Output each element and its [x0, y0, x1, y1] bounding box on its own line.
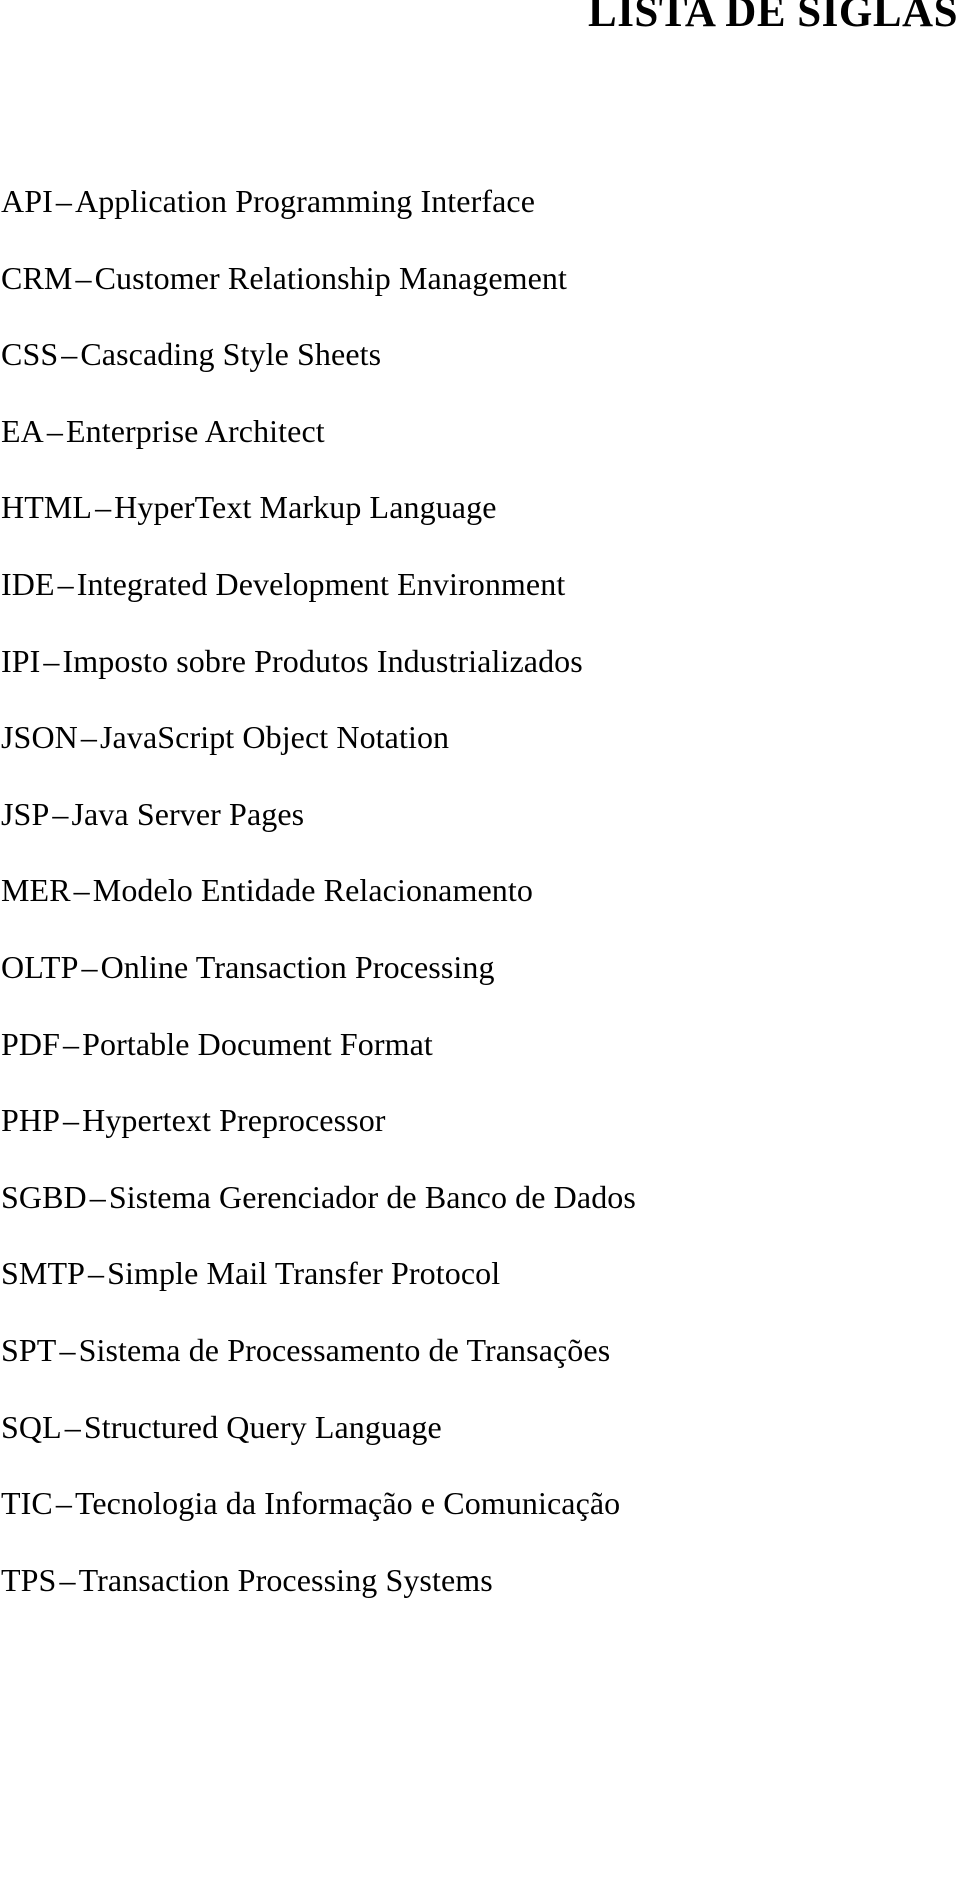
acronym-abbreviation: CSS — [1, 336, 59, 373]
acronym-entry: TPS–Transaction Processing Systems — [0, 1564, 960, 1641]
acronym-dash-separator: – — [88, 1255, 105, 1292]
acronym-entry: IPI–Imposto sobre Produtos Industrializa… — [0, 645, 960, 722]
acronym-dash-separator: – — [63, 1025, 80, 1062]
acronym-abbreviation: SMTP — [1, 1255, 85, 1292]
acronym-abbreviation: HTML — [1, 489, 93, 526]
acronym-definition: Portable Document Format — [82, 1025, 433, 1062]
acronym-entry: HTML–HyperText Markup Language — [0, 491, 960, 568]
acronym-abbreviation: JSP — [1, 795, 50, 832]
acronym-dash-separator: – — [55, 1485, 72, 1522]
acronym-entry: OLTP–Online Transaction Processing — [0, 951, 960, 1028]
acronym-entry: CRM–Customer Relationship Management — [0, 262, 960, 339]
acronym-entry: SGBD–Sistema Gerenciador de Banco de Dad… — [0, 1181, 960, 1258]
acronym-dash-separator: – — [55, 183, 72, 219]
acronym-definition: Java Server Pages — [71, 795, 305, 832]
acronym-abbreviation: MER — [1, 872, 71, 909]
acronym-abbreviation: CRM — [1, 259, 73, 296]
acronym-dash-separator: – — [59, 1561, 76, 1598]
acronym-definition: Sistema Gerenciador de Banco de Dados — [108, 1178, 636, 1215]
acronym-definition: Hypertext Preprocessor — [82, 1102, 386, 1139]
acronym-definition: Transaction Processing Systems — [78, 1561, 493, 1598]
acronym-entry: IDE–Integrated Development Environment — [0, 568, 960, 645]
acronym-entry: SMTP–Simple Mail Transfer Protocol — [0, 1257, 960, 1334]
acronym-abbreviation: JSON — [1, 719, 78, 756]
acronym-definition: Enterprise Architect — [65, 412, 325, 449]
acronym-definition: JavaScript Object Notation — [99, 719, 450, 756]
acronym-abbreviation: IPI — [1, 642, 41, 679]
acronym-dash-separator: – — [52, 795, 69, 832]
acronym-dash-separator: – — [95, 489, 112, 526]
acronym-definition: Modelo Entidade Relacionamento — [92, 872, 533, 909]
acronym-abbreviation: SQL — [1, 1408, 62, 1445]
acronym-abbreviation: PDF — [1, 1025, 61, 1062]
acronym-dash-separator: – — [81, 948, 98, 985]
acronym-abbreviation: SGBD — [1, 1178, 87, 1215]
acronym-definition: Customer Relationship Management — [94, 259, 568, 296]
acronym-abbreviation: API — [1, 183, 53, 219]
acronym-dash-separator: – — [57, 565, 74, 602]
acronym-dash-separator: – — [63, 1102, 80, 1139]
acronym-definition: Sistema de Processamento de Transações — [78, 1331, 611, 1368]
acronym-abbreviation: EA — [1, 412, 44, 449]
acronym-list: API–Application Programming Interface CRM… — [0, 185, 960, 1640]
acronym-definition: HyperText Markup Language — [114, 489, 497, 526]
acronym-entry: PDF–Portable Document Format — [0, 1028, 960, 1105]
acronym-dash-separator: – — [80, 719, 97, 756]
document-page: LISTA DE SIGLAS API–Application Programm… — [0, 0, 960, 1888]
acronym-dash-separator: – — [64, 1408, 81, 1445]
acronym-dash-separator: – — [46, 412, 63, 449]
acronym-entry: API–Application Programming Interface — [0, 185, 960, 262]
page-title: LISTA DE SIGLAS — [588, 0, 958, 36]
acronym-definition: Integrated Development Environment — [76, 565, 566, 602]
acronym-definition: Cascading Style Sheets — [80, 336, 382, 373]
acronym-definition: Imposto sobre Produtos Industrializados — [62, 642, 583, 679]
acronym-entry: JSON–JavaScript Object Notation — [0, 721, 960, 798]
acronym-definition: Simple Mail Transfer Protocol — [107, 1255, 501, 1292]
acronym-entry: JSP–Java Server Pages — [0, 798, 960, 875]
acronym-entry: SQL–Structured Query Language — [0, 1411, 960, 1488]
acronym-abbreviation: OLTP — [1, 948, 79, 985]
acronym-entry: MER–Modelo Entidade Relacionamento — [0, 874, 960, 951]
acronym-abbreviation: SPT — [1, 1331, 57, 1368]
acronym-entry: CSS–Cascading Style Sheets — [0, 338, 960, 415]
acronym-dash-separator: – — [75, 259, 92, 296]
acronym-abbreviation: IDE — [1, 565, 55, 602]
acronym-definition: Online Transaction Processing — [100, 948, 495, 985]
acronym-dash-separator: – — [43, 642, 60, 679]
acronym-entry: TIC–Tecnologia da Informação e Comunicaç… — [0, 1487, 960, 1564]
acronym-dash-separator: – — [59, 1331, 76, 1368]
acronym-dash-separator: – — [61, 336, 78, 373]
acronym-abbreviation: TPS — [1, 1561, 57, 1598]
acronym-entry: PHP–Hypertext Preprocessor — [0, 1104, 960, 1181]
acronym-definition: Application Programming Interface — [74, 183, 536, 219]
acronym-dash-separator: – — [73, 872, 90, 909]
acronym-definition: Tecnologia da Informação e Comunicação — [74, 1485, 621, 1522]
acronym-entry: SPT–Sistema de Processamento de Transaçõ… — [0, 1334, 960, 1411]
acronym-definition: Structured Query Language — [83, 1408, 442, 1445]
acronym-abbreviation: TIC — [1, 1485, 53, 1522]
acronym-dash-separator: – — [89, 1178, 106, 1215]
acronym-entry: EA–Enterprise Architect — [0, 415, 960, 492]
acronym-abbreviation: PHP — [1, 1102, 61, 1139]
